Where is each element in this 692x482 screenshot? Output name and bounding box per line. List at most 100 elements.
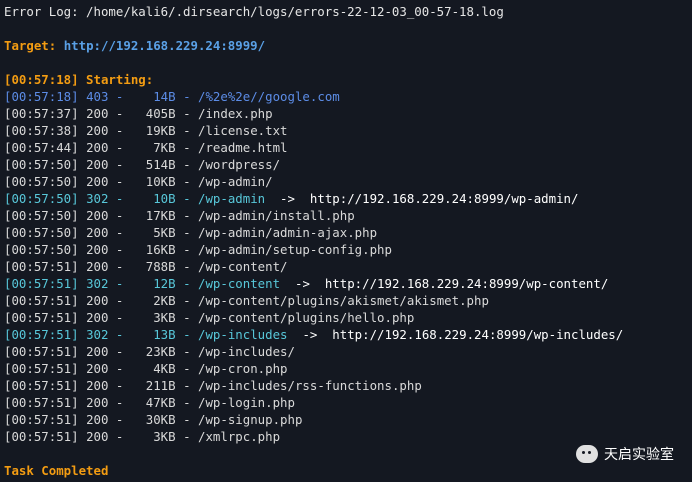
- result-size: 788B: [145, 259, 176, 274]
- result-status-code: 200: [86, 123, 109, 138]
- result-status-code: 200: [86, 344, 109, 359]
- result-status-code: 302: [86, 327, 109, 342]
- target-label: Target:: [4, 38, 64, 53]
- result-size: 7KB: [153, 140, 176, 155]
- result-path: /xmlrpc.php: [198, 429, 281, 444]
- result-time: [00:57:51]: [4, 293, 79, 308]
- result-row: [00:57:51] 200 - 4KB - /wp-cron.php: [4, 361, 288, 376]
- result-size: 14B: [153, 89, 176, 104]
- watermark-text: 天启实验室: [604, 447, 674, 463]
- result-time: [00:57:44]: [4, 140, 79, 155]
- result-time: [00:57:51]: [4, 429, 79, 444]
- result-status-code: 302: [86, 276, 109, 291]
- result-row: [00:57:51] 302 - 12B - /wp-content -> ht…: [4, 276, 609, 291]
- result-time: [00:57:50]: [4, 242, 79, 257]
- result-path: /wp-includes/rss-functions.php: [198, 378, 422, 393]
- result-time: [00:57:38]: [4, 123, 79, 138]
- result-status-code: 200: [86, 242, 109, 257]
- result-path: /index.php: [198, 106, 273, 121]
- task-completed-line: Task Completed: [4, 463, 109, 478]
- result-row: [00:57:51] 200 - 788B - /wp-content/: [4, 259, 288, 274]
- result-status-code: 200: [86, 225, 109, 240]
- result-status-code: 302: [86, 191, 109, 206]
- result-size: 10KB: [145, 174, 176, 189]
- result-row: [00:57:38] 200 - 19KB - /license.txt: [4, 123, 288, 138]
- target-url: http://192.168.229.24:8999/: [63, 38, 266, 53]
- result-time: [00:57:50]: [4, 225, 79, 240]
- result-path: /wp-admin/admin-ajax.php: [198, 225, 378, 240]
- result-status-code: 200: [86, 395, 109, 410]
- result-row: [00:57:50] 302 - 10B - /wp-admin -> http…: [4, 191, 579, 206]
- terminal-output: Error Log: /home/kali6/.dirsearch/logs/e…: [4, 3, 692, 479]
- result-row: [00:57:51] 200 - 30KB - /wp-signup.php: [4, 412, 303, 427]
- result-redirect-url: http://192.168.229.24:8999/wp-admin/: [309, 191, 579, 206]
- result-status-code: 200: [86, 174, 109, 189]
- result-status-code: 200: [86, 259, 109, 274]
- result-size: 5KB: [153, 225, 176, 240]
- result-path: /wp-content: [198, 276, 281, 291]
- result-size: 3KB: [153, 429, 176, 444]
- result-size: 10B: [153, 191, 176, 206]
- result-row: [00:57:51] 200 - 47KB - /wp-login.php: [4, 395, 295, 410]
- result-status-code: 200: [86, 361, 109, 376]
- result-path: /wp-signup.php: [198, 412, 303, 427]
- result-path: /wp-admin: [198, 191, 266, 206]
- result-size: 13B: [153, 327, 176, 342]
- result-row: [00:57:50] 200 - 5KB - /wp-admin/admin-a…: [4, 225, 378, 240]
- result-size: 17KB: [145, 208, 176, 223]
- wechat-icon: [576, 445, 598, 463]
- result-status-code: 200: [86, 140, 109, 155]
- result-size: 3KB: [153, 310, 176, 325]
- result-row: [00:57:51] 200 - 2KB - /wp-content/plugi…: [4, 293, 489, 308]
- result-size: 405B: [145, 106, 176, 121]
- result-size: 211B: [145, 378, 176, 393]
- result-size: 30KB: [145, 412, 176, 427]
- result-row: [00:57:51] 200 - 211B - /wp-includes/rss…: [4, 378, 422, 393]
- result-row: [00:57:37] 200 - 405B - /index.php: [4, 106, 273, 121]
- result-path: /wp-login.php: [198, 395, 295, 410]
- result-path: /wp-content/plugins/akismet/akismet.php: [198, 293, 489, 308]
- result-status-code: 200: [86, 378, 109, 393]
- result-size: 16KB: [145, 242, 176, 257]
- result-row: [00:57:44] 200 - 7KB - /readme.html: [4, 140, 288, 155]
- result-row: [00:57:51] 200 - 23KB - /wp-includes/: [4, 344, 295, 359]
- result-path: /wp-content/: [198, 259, 288, 274]
- result-time: [00:57:37]: [4, 106, 79, 121]
- result-row: [00:57:51] 200 - 3KB - /wp-content/plugi…: [4, 310, 415, 325]
- result-row: [00:57:50] 200 - 17KB - /wp-admin/instal…: [4, 208, 355, 223]
- result-status-code: 200: [86, 293, 109, 308]
- result-size: 12B: [153, 276, 176, 291]
- result-time: [00:57:51]: [4, 310, 79, 325]
- result-path: /readme.html: [198, 140, 288, 155]
- result-time: [00:57:51]: [4, 395, 79, 410]
- result-time: [00:57:50]: [4, 208, 79, 223]
- result-row: [00:57:50] 200 - 16KB - /wp-admin/setup-…: [4, 242, 392, 257]
- result-size: 23KB: [145, 344, 176, 359]
- result-row: [00:57:18] 403 - 14B - /%2e%2e//google.c…: [4, 89, 340, 104]
- result-status-code: 200: [86, 208, 109, 223]
- result-row: [00:57:51] 302 - 13B - /wp-includes -> h…: [4, 327, 624, 342]
- result-status-code: 403: [86, 89, 109, 104]
- result-time: [00:57:51]: [4, 344, 79, 359]
- result-row: [00:57:50] 200 - 10KB - /wp-admin/: [4, 174, 273, 189]
- result-path: /wp-includes: [198, 327, 288, 342]
- results-list: [00:57:18] 403 - 14B - /%2e%2e//google.c…: [4, 88, 692, 445]
- result-path: /license.txt: [198, 123, 288, 138]
- error-log-line: Error Log: /home/kali6/.dirsearch/logs/e…: [4, 4, 504, 19]
- result-time: [00:57:51]: [4, 327, 79, 342]
- result-time: [00:57:51]: [4, 412, 79, 427]
- result-path: /wordpress/: [198, 157, 281, 172]
- result-time: [00:57:50]: [4, 191, 79, 206]
- result-size: 2KB: [153, 293, 176, 308]
- result-path: /wp-admin/: [198, 174, 273, 189]
- result-time: [00:57:18]: [4, 89, 79, 104]
- result-size: 47KB: [145, 395, 176, 410]
- result-path: /wp-includes/: [198, 344, 295, 359]
- result-time: [00:57:50]: [4, 174, 79, 189]
- starting-line: [00:57:18] Starting:: [4, 72, 154, 87]
- result-path: /wp-admin/setup-config.php: [198, 242, 392, 257]
- result-redirect-url: http://192.168.229.24:8999/wp-includes/: [332, 327, 624, 342]
- result-time: [00:57:51]: [4, 259, 79, 274]
- result-size: 4KB: [153, 361, 176, 376]
- result-row: [00:57:51] 200 - 3KB - /xmlrpc.php: [4, 429, 281, 444]
